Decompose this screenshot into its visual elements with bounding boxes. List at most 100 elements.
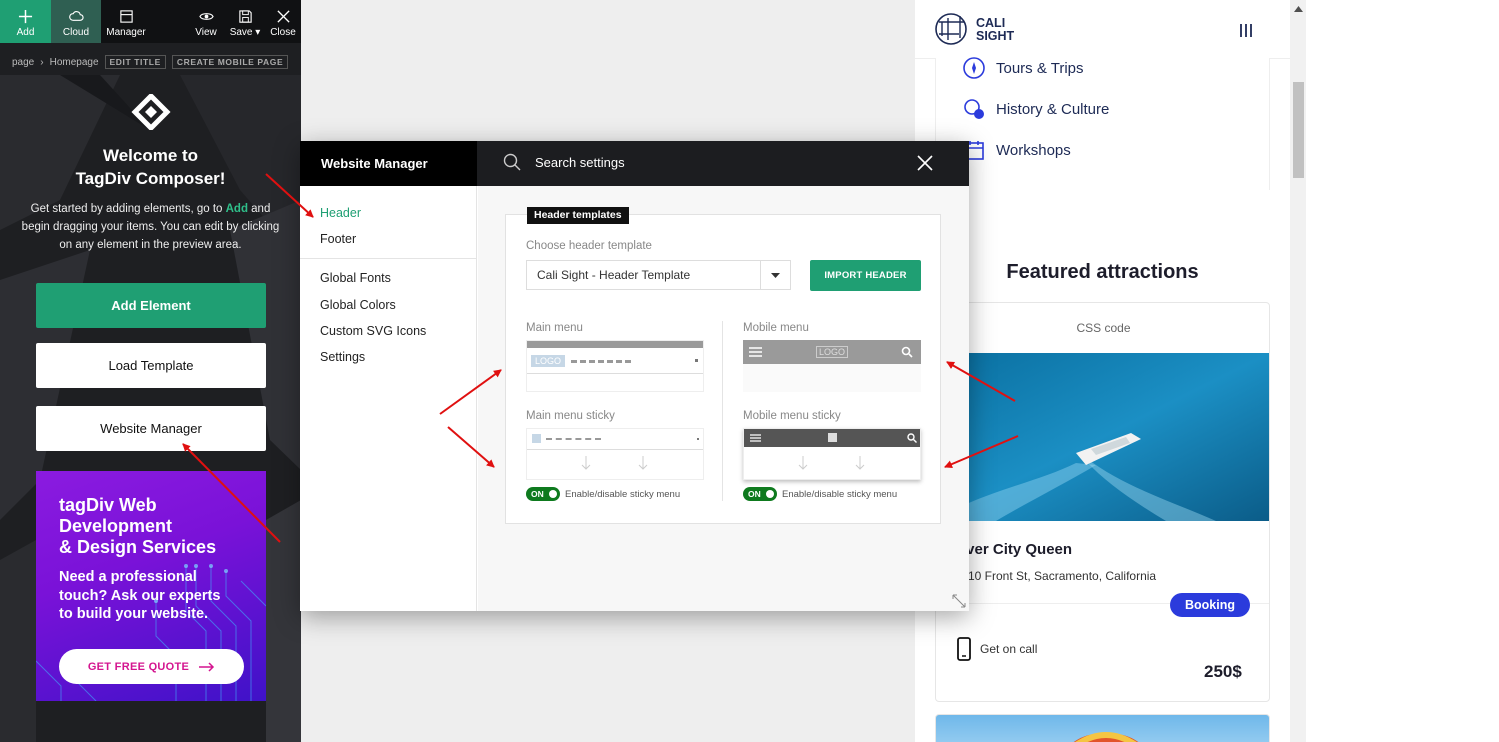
load-template-button[interactable]: Load Template xyxy=(36,343,266,388)
arrow-down-icon xyxy=(581,456,591,470)
menu-item-workshops[interactable]: Workshops xyxy=(962,138,1071,162)
nav-footer[interactable]: Footer xyxy=(320,232,356,246)
toggle-state: ON xyxy=(748,489,761,499)
manager-tool[interactable]: Manager xyxy=(101,0,151,43)
add-element-button[interactable]: Add Element xyxy=(36,283,266,328)
css-code-label: CSS code xyxy=(1076,321,1131,335)
save-label: Save ▾ xyxy=(229,27,261,38)
booking-badge[interactable]: Booking xyxy=(1170,593,1250,617)
add-tool[interactable]: Add xyxy=(0,0,51,43)
phone-icon xyxy=(957,637,971,661)
brand-name: CALI SIGHT xyxy=(976,16,1015,43)
next-card xyxy=(935,714,1270,742)
mobile-menu-sticky-label: Mobile menu sticky xyxy=(743,410,841,422)
search-icon xyxy=(503,153,521,171)
mobile-menu-preview[interactable]: LOGO xyxy=(743,340,921,392)
attraction-card[interactable]: CSS code iver City Queen 10 Front St, Sa… xyxy=(935,302,1270,702)
close-icon xyxy=(276,10,290,23)
save-icon xyxy=(238,10,252,23)
modal-close-icon[interactable] xyxy=(917,155,933,171)
arrow-down-icon xyxy=(798,456,808,470)
resize-icon[interactable] xyxy=(952,594,966,608)
nav-global-fonts[interactable]: Global Fonts xyxy=(320,271,391,285)
arrow-down-icon xyxy=(855,456,865,470)
nav-divider xyxy=(300,258,477,259)
breadcrumb-homepage[interactable]: Homepage xyxy=(50,57,99,68)
arrow-right-icon xyxy=(199,661,215,672)
card-title: iver City Queen xyxy=(962,541,1073,558)
view-label: View xyxy=(195,27,217,38)
arrow-down-icon xyxy=(638,456,648,470)
menu-item-history[interactable]: History & Culture xyxy=(962,97,1109,121)
search-input[interactable]: Search settings xyxy=(535,155,625,170)
create-mobile-page-button[interactable]: CREATE MOBILE PAGE xyxy=(171,55,289,69)
website-manager-button[interactable]: Website Manager xyxy=(36,406,266,451)
breadcrumb-separator-icon: › xyxy=(40,56,44,68)
search-icon xyxy=(907,433,917,443)
chevron-down-icon xyxy=(760,261,790,289)
balloon-photo xyxy=(1073,732,1139,742)
mobile-sticky-toggle-label: Enable/disable sticky menu xyxy=(782,489,898,500)
add-link[interactable]: Add xyxy=(226,203,248,215)
promo-title: tagDiv Web Development & Design Services xyxy=(59,495,217,557)
search-settings[interactable]: Search settings xyxy=(503,153,625,171)
website-manager-modal: Website Manager Search settings Header F… xyxy=(300,141,969,611)
culture-icon xyxy=(964,99,984,119)
edit-title-button[interactable]: EDIT TITLE xyxy=(104,55,166,69)
cloud-label: Cloud xyxy=(62,27,90,38)
modal-nav: Header Footer Global Fonts Global Colors… xyxy=(300,186,477,611)
import-header-button[interactable]: IMPORT HEADER xyxy=(810,260,921,291)
menu-item-label: Workshops xyxy=(996,141,1071,159)
cloud-tool[interactable]: Cloud xyxy=(51,0,101,43)
card-address: 10 Front St, Sacramento, California xyxy=(968,569,1157,583)
nav-header[interactable]: Header xyxy=(320,206,361,220)
welcome-text: Get started by adding elements, go to Ad… xyxy=(21,203,280,251)
promo-subtitle: Need a professional touch? Ask our expert… xyxy=(59,569,221,622)
modal-body: Header templates Choose header template … xyxy=(478,186,969,611)
menu-bars-icon[interactable] xyxy=(1239,24,1253,37)
close-label: Close xyxy=(270,27,296,38)
menu-item-tours[interactable]: Tours & Trips xyxy=(962,56,1084,80)
breadcrumb-page[interactable]: page xyxy=(12,57,34,68)
welcome-title: Welcome to TagDiv Composer! xyxy=(75,146,226,188)
nav-global-colors[interactable]: Global Colors xyxy=(320,298,396,312)
mobile-logo-placeholder: LOGO xyxy=(816,346,848,358)
cloud-icon xyxy=(68,11,84,21)
composer-sidebar: Add Cloud Manager View Save ▾ Close page… xyxy=(0,0,301,742)
selected-template: Cali Sight - Header Template xyxy=(537,268,691,282)
top-toolbar: Add Cloud Manager View Save ▾ Close xyxy=(0,0,301,43)
get-free-quote-label: GET FREE QUOTE xyxy=(87,660,190,673)
header-template-select[interactable]: Cali Sight - Header Template xyxy=(526,260,791,290)
main-menu-preview[interactable]: LOGO xyxy=(526,340,704,392)
manager-icon xyxy=(119,10,133,23)
mobile-sticky-toggle[interactable]: ON xyxy=(743,487,777,501)
nav-custom-svg-icons[interactable]: Custom SVG Icons xyxy=(320,324,426,338)
welcome-block: Welcome to TagDiv Composer! Get started b… xyxy=(20,90,281,254)
canvas-margin xyxy=(1306,0,1499,742)
view-tool[interactable]: View xyxy=(187,0,225,43)
get-free-quote-button[interactable]: GET FREE QUOTE xyxy=(59,649,244,684)
menu-item-label: History & Culture xyxy=(996,100,1110,118)
plus-icon xyxy=(18,9,33,24)
promo-banner[interactable]: tagDiv Web Development & Design Services N… xyxy=(36,471,266,701)
toggle-state: ON xyxy=(531,489,544,499)
main-sticky-toggle[interactable]: ON xyxy=(526,487,560,501)
menu-item-label: Tours & Trips xyxy=(996,59,1084,77)
mobile-menu-sticky-preview[interactable] xyxy=(743,428,921,480)
header-templates-card: Header templates Choose header template … xyxy=(505,207,941,524)
hamburger-icon xyxy=(749,347,762,357)
section-title: Featured attractions xyxy=(1006,261,1199,283)
main-menu-sticky-preview[interactable] xyxy=(526,428,704,480)
scroll-up-icon[interactable] xyxy=(1294,6,1303,12)
page-preview: CALI SIGHT Tours & Trips History & Cultur… xyxy=(915,0,1290,742)
save-tool[interactable]: Save ▾ xyxy=(225,0,265,43)
nav-settings[interactable]: Settings xyxy=(320,350,365,364)
cali-sight-logo-icon xyxy=(935,13,967,45)
eye-icon xyxy=(198,13,214,20)
main-menu-label: Main menu xyxy=(526,322,583,334)
close-tool[interactable]: Close xyxy=(265,0,301,43)
modal-header: Website Manager Search settings xyxy=(300,141,969,186)
search-icon xyxy=(901,346,913,358)
scrollbar-thumb[interactable] xyxy=(1293,82,1304,178)
boat-photo xyxy=(936,353,1269,521)
